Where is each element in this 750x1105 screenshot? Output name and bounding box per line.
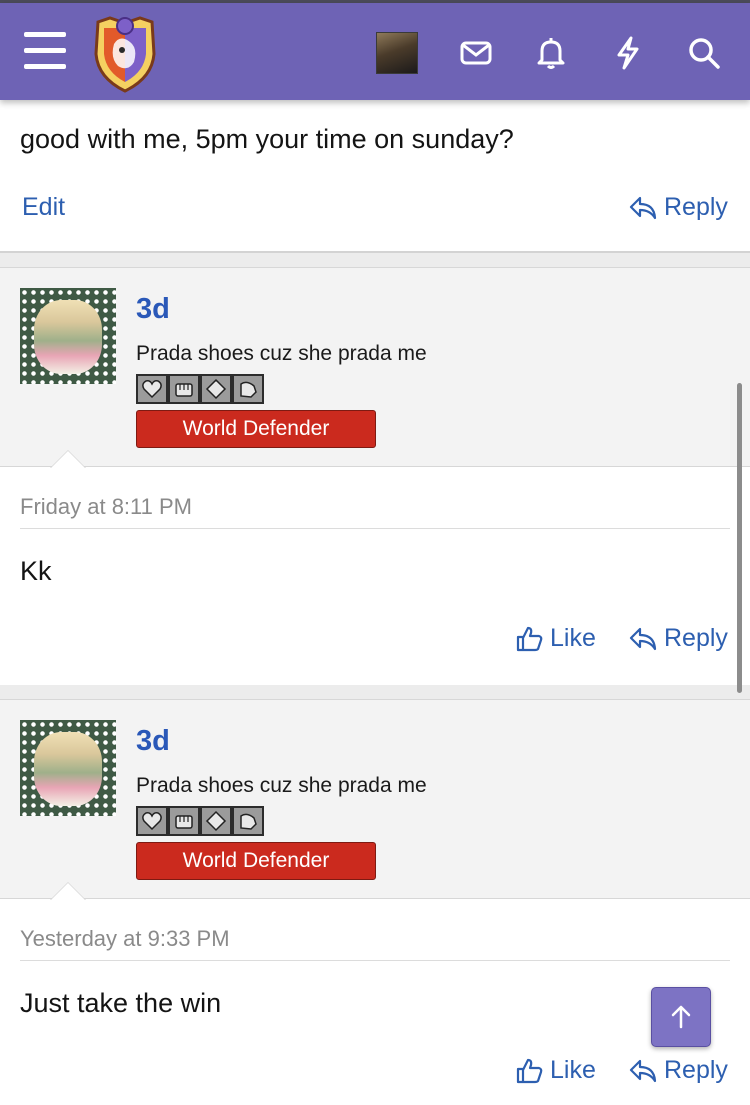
- edit-link[interactable]: Edit: [22, 193, 65, 222]
- like-button[interactable]: Like: [514, 1056, 596, 1085]
- like-button[interactable]: Like: [514, 624, 596, 653]
- reply-button[interactable]: Reply: [628, 1056, 728, 1085]
- reply-icon: [629, 196, 657, 219]
- diamond-badge-icon: [200, 806, 232, 836]
- like-label: Like: [550, 1056, 596, 1084]
- pointer-arrow: [50, 882, 86, 900]
- heart-badge-icon: [136, 374, 168, 404]
- rank-badge: World Defender: [136, 410, 376, 448]
- post-message: Yesterday at 9:33 PM Just take the win L…: [0, 900, 750, 1105]
- own-post: good with me, 5pm your time on sunday? E…: [0, 100, 750, 253]
- hand-badge-icon: [232, 374, 264, 404]
- forum-shield-logo[interactable]: [90, 14, 160, 94]
- avatar[interactable]: [20, 720, 116, 816]
- search-icon[interactable]: [686, 35, 722, 71]
- divider: [20, 528, 730, 529]
- reply-icon: [629, 627, 657, 650]
- post-body-text: Kk: [20, 556, 52, 586]
- user-avatar-thumbnail[interactable]: [376, 32, 418, 74]
- thumbs-up-icon: [516, 626, 543, 651]
- user-title: Prada shoes cuz she prada me: [136, 774, 427, 797]
- thumbs-up-icon: [516, 1058, 543, 1083]
- arrow-up-icon: [671, 1005, 691, 1029]
- heart-badge-icon: [136, 806, 168, 836]
- trophy-badges: [136, 374, 264, 404]
- pointer-arrow: [50, 450, 86, 468]
- scrollbar[interactable]: [737, 383, 742, 693]
- envelope-icon[interactable]: [458, 35, 494, 71]
- scroll-to-top-button[interactable]: [651, 987, 711, 1047]
- post-user-info: 3d Prada shoes cuz she prada me World De…: [0, 267, 750, 467]
- reply-icon: [629, 1059, 657, 1082]
- post-message: Friday at 8:11 PM Kk Like Reply: [0, 468, 750, 684]
- edit-label: Edit: [22, 193, 66, 221]
- post-timestamp[interactable]: Yesterday at 9:33 PM: [20, 926, 230, 952]
- divider: [20, 960, 730, 961]
- post-user-info: 3d Prada shoes cuz she prada me World De…: [0, 699, 750, 899]
- rank-badge: World Defender: [136, 842, 376, 880]
- user-title: Prada shoes cuz she prada me: [136, 342, 427, 365]
- username[interactable]: 3d: [136, 725, 170, 758]
- post-body-text: Just take the win: [20, 988, 222, 1018]
- post-timestamp[interactable]: Friday at 8:11 PM: [20, 494, 192, 520]
- reply-label: Reply: [664, 1056, 728, 1084]
- lightning-icon[interactable]: [610, 35, 646, 71]
- hamburger-icon[interactable]: [24, 32, 66, 70]
- username[interactable]: 3d: [136, 293, 170, 326]
- top-navigation-bar: [0, 3, 750, 100]
- diamond-badge-icon: [200, 374, 232, 404]
- bell-icon[interactable]: [533, 35, 569, 71]
- post-body-text: good with me, 5pm your time on sunday?: [20, 124, 514, 154]
- reply-button[interactable]: Reply: [628, 624, 728, 653]
- reply-button[interactable]: Reply: [628, 193, 728, 222]
- post-separator: [0, 685, 750, 699]
- like-label: Like: [550, 624, 596, 652]
- hand-badge-icon: [232, 806, 264, 836]
- reply-label: Reply: [664, 193, 728, 221]
- fist-badge-icon: [168, 374, 200, 404]
- trophy-badges: [136, 806, 264, 836]
- avatar[interactable]: [20, 288, 116, 384]
- reply-label: Reply: [664, 624, 728, 652]
- post-separator: [0, 253, 750, 267]
- fist-badge-icon: [168, 806, 200, 836]
